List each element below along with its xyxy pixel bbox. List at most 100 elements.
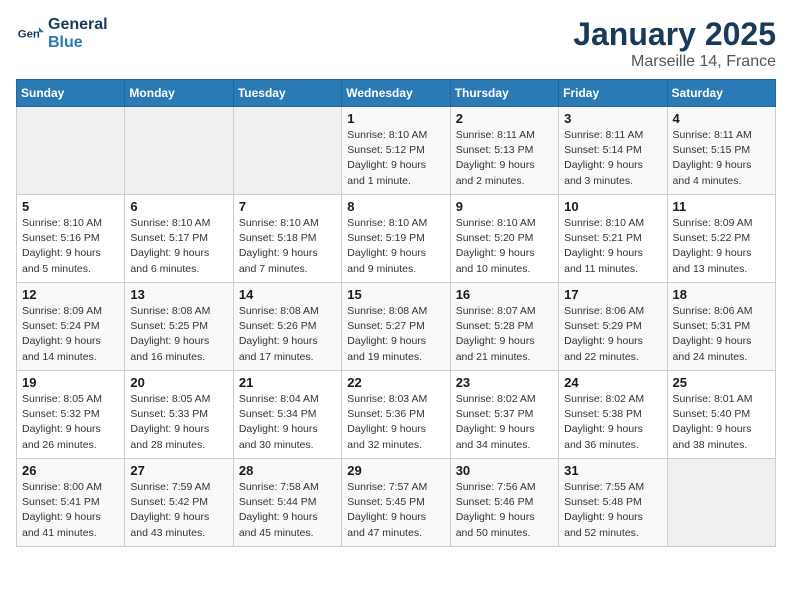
day-number: 17 <box>564 287 661 302</box>
day-info: Sunrise: 7:59 AMSunset: 5:42 PMDaylight:… <box>130 480 227 541</box>
day-info: Sunrise: 8:06 AMSunset: 5:29 PMDaylight:… <box>564 304 661 365</box>
day-number: 18 <box>673 287 770 302</box>
day-info: Sunrise: 8:03 AMSunset: 5:36 PMDaylight:… <box>347 392 444 453</box>
day-number: 2 <box>456 111 553 126</box>
calendar-cell: 25Sunrise: 8:01 AMSunset: 5:40 PMDayligh… <box>667 371 775 459</box>
calendar-table: SundayMondayTuesdayWednesdayThursdayFrid… <box>16 79 776 547</box>
day-number: 15 <box>347 287 444 302</box>
title-block: January 2025 Marseille 14, France <box>573 16 776 71</box>
weekday-header-wednesday: Wednesday <box>342 80 450 107</box>
calendar-cell: 24 Sunrise: 8:02 AMSunset: 5:38 PMDayligh… <box>559 371 667 459</box>
day-number: 31 <box>564 463 661 478</box>
calendar-cell: 9 Sunrise: 8:10 AMSunset: 5:20 PMDaylight… <box>450 195 558 283</box>
calendar-cell: 13Sunrise: 8:08 AMSunset: 5:25 PMDayligh… <box>125 283 233 371</box>
day-number: 7 <box>239 199 336 214</box>
calendar-cell: 12Sunrise: 8:09 AMSunset: 5:24 PMDayligh… <box>17 283 125 371</box>
logo-text: General Blue <box>48 16 108 52</box>
calendar-cell: 30 Sunrise: 7:56 AMSunset: 5:46 PMDayligh… <box>450 459 558 547</box>
calendar-cell: 19 Sunrise: 8:05 AMSunset: 5:32 PMDayligh… <box>17 371 125 459</box>
calendar-cell: 7 Sunrise: 8:10 AMSunset: 5:18 PMDaylight… <box>233 195 341 283</box>
svg-text:Gen: Gen <box>18 29 40 41</box>
calendar-cell: 5 Sunrise: 8:10 AMSunset: 5:16 PMDaylight… <box>17 195 125 283</box>
day-info: Sunrise: 8:11 AMSunset: 5:15 PMDaylight:… <box>673 128 770 189</box>
calendar-title: January 2025 <box>573 16 776 53</box>
calendar-cell: 26 Sunrise: 8:00 AMSunset: 5:41 PMDayligh… <box>17 459 125 547</box>
calendar-cell: 31 Sunrise: 7:55 AMSunset: 5:48 PMDayligh… <box>559 459 667 547</box>
calendar-cell: 15 Sunrise: 8:08 AMSunset: 5:27 PMDayligh… <box>342 283 450 371</box>
day-number: 5 <box>22 199 119 214</box>
day-number: 11 <box>673 199 770 214</box>
day-number: 9 <box>456 199 553 214</box>
weekday-header-friday: Friday <box>559 80 667 107</box>
day-number: 6 <box>130 199 227 214</box>
day-number: 26 <box>22 463 119 478</box>
weekday-header-saturday: Saturday <box>667 80 775 107</box>
page-header: Gen General Blue January 2025 Marseille … <box>16 16 776 71</box>
calendar-cell <box>233 107 341 195</box>
day-info: Sunrise: 7:55 AMSunset: 5:48 PMDaylight:… <box>564 480 661 541</box>
calendar-cell: 27 Sunrise: 7:59 AMSunset: 5:42 PMDayligh… <box>125 459 233 547</box>
calendar-cell: 23 Sunrise: 8:02 AMSunset: 5:37 PMDayligh… <box>450 371 558 459</box>
weekday-header-thursday: Thursday <box>450 80 558 107</box>
day-info: Sunrise: 8:01 AMSunset: 5:40 PMDaylight:… <box>673 392 770 453</box>
day-info: Sunrise: 8:02 AMSunset: 5:37 PMDaylight:… <box>456 392 553 453</box>
day-number: 10 <box>564 199 661 214</box>
calendar-week-3: 12Sunrise: 8:09 AMSunset: 5:24 PMDayligh… <box>17 283 776 371</box>
day-info: Sunrise: 8:10 AMSunset: 5:18 PMDaylight:… <box>239 216 336 277</box>
day-info: Sunrise: 8:08 AMSunset: 5:26 PMDaylight:… <box>239 304 336 365</box>
day-info: Sunrise: 8:09 AMSunset: 5:24 PMDaylight:… <box>22 304 119 365</box>
calendar-cell: 16Sunrise: 8:07 AMSunset: 5:28 PMDayligh… <box>450 283 558 371</box>
calendar-cell: 10 Sunrise: 8:10 AMSunset: 5:21 PMDayligh… <box>559 195 667 283</box>
day-info: Sunrise: 8:11 AMSunset: 5:13 PMDaylight:… <box>456 128 553 189</box>
calendar-cell <box>125 107 233 195</box>
day-number: 19 <box>22 375 119 390</box>
day-info: Sunrise: 8:09 AMSunset: 5:22 PMDaylight:… <box>673 216 770 277</box>
day-info: Sunrise: 8:06 AMSunset: 5:31 PMDaylight:… <box>673 304 770 365</box>
day-info: Sunrise: 8:11 AMSunset: 5:14 PMDaylight:… <box>564 128 661 189</box>
calendar-cell: 1 Sunrise: 8:10 AMSunset: 5:12 PMDaylight… <box>342 107 450 195</box>
day-info: Sunrise: 8:10 AMSunset: 5:21 PMDaylight:… <box>564 216 661 277</box>
day-info: Sunrise: 8:02 AMSunset: 5:38 PMDaylight:… <box>564 392 661 453</box>
day-info: Sunrise: 8:10 AMSunset: 5:20 PMDaylight:… <box>456 216 553 277</box>
day-info: Sunrise: 7:56 AMSunset: 5:46 PMDaylight:… <box>456 480 553 541</box>
weekday-header-sunday: Sunday <box>17 80 125 107</box>
day-number: 16 <box>456 287 553 302</box>
calendar-cell: 29Sunrise: 7:57 AMSunset: 5:45 PMDayligh… <box>342 459 450 547</box>
weekday-header-monday: Monday <box>125 80 233 107</box>
day-number: 21 <box>239 375 336 390</box>
logo: Gen General Blue <box>16 16 108 52</box>
calendar-cell: 17 Sunrise: 8:06 AMSunset: 5:29 PMDayligh… <box>559 283 667 371</box>
day-number: 24 <box>564 375 661 390</box>
calendar-cell: 20 Sunrise: 8:05 AMSunset: 5:33 PMDayligh… <box>125 371 233 459</box>
logo-icon: Gen <box>16 20 44 48</box>
day-info: Sunrise: 8:10 AMSunset: 5:17 PMDaylight:… <box>130 216 227 277</box>
day-info: Sunrise: 8:05 AMSunset: 5:33 PMDaylight:… <box>130 392 227 453</box>
calendar-cell: 6 Sunrise: 8:10 AMSunset: 5:17 PMDaylight… <box>125 195 233 283</box>
day-info: Sunrise: 8:10 AMSunset: 5:16 PMDaylight:… <box>22 216 119 277</box>
calendar-cell: 21 Sunrise: 8:04 AMSunset: 5:34 PMDayligh… <box>233 371 341 459</box>
day-number: 3 <box>564 111 661 126</box>
day-info: Sunrise: 8:08 AMSunset: 5:27 PMDaylight:… <box>347 304 444 365</box>
day-number: 27 <box>130 463 227 478</box>
day-info: Sunrise: 8:08 AMSunset: 5:25 PMDaylight:… <box>130 304 227 365</box>
calendar-week-4: 19 Sunrise: 8:05 AMSunset: 5:32 PMDayligh… <box>17 371 776 459</box>
calendar-cell <box>17 107 125 195</box>
day-info: Sunrise: 8:04 AMSunset: 5:34 PMDaylight:… <box>239 392 336 453</box>
day-number: 28 <box>239 463 336 478</box>
weekday-header-row: SundayMondayTuesdayWednesdayThursdayFrid… <box>17 80 776 107</box>
calendar-cell: 22Sunrise: 8:03 AMSunset: 5:36 PMDayligh… <box>342 371 450 459</box>
day-info: Sunrise: 8:10 AMSunset: 5:12 PMDaylight:… <box>347 128 444 189</box>
day-number: 30 <box>456 463 553 478</box>
day-number: 23 <box>456 375 553 390</box>
day-number: 1 <box>347 111 444 126</box>
calendar-week-2: 5 Sunrise: 8:10 AMSunset: 5:16 PMDaylight… <box>17 195 776 283</box>
calendar-cell: 28 Sunrise: 7:58 AMSunset: 5:44 PMDayligh… <box>233 459 341 547</box>
day-info: Sunrise: 8:10 AMSunset: 5:19 PMDaylight:… <box>347 216 444 277</box>
day-info: Sunrise: 8:00 AMSunset: 5:41 PMDaylight:… <box>22 480 119 541</box>
day-info: Sunrise: 8:05 AMSunset: 5:32 PMDaylight:… <box>22 392 119 453</box>
day-number: 20 <box>130 375 227 390</box>
calendar-cell: 8Sunrise: 8:10 AMSunset: 5:19 PMDaylight… <box>342 195 450 283</box>
day-info: Sunrise: 7:58 AMSunset: 5:44 PMDaylight:… <box>239 480 336 541</box>
day-number: 4 <box>673 111 770 126</box>
calendar-cell: 11 Sunrise: 8:09 AMSunset: 5:22 PMDayligh… <box>667 195 775 283</box>
